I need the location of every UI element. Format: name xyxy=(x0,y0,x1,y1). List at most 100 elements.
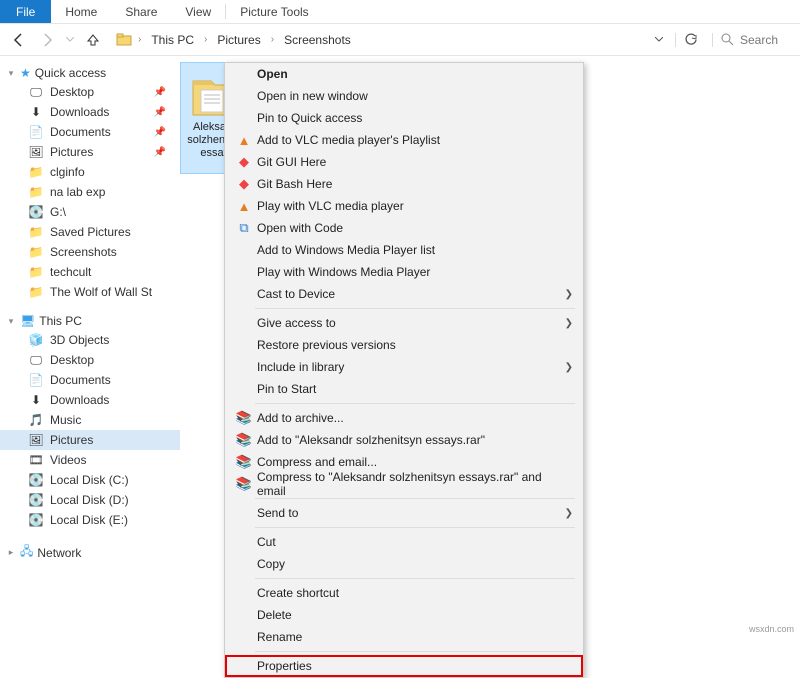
ctx-vlc-playlist[interactable]: ▲Add to VLC media player's Playlist xyxy=(225,129,583,151)
videos-icon: 🎞 xyxy=(28,452,44,468)
documents-icon: 📄 xyxy=(28,124,44,140)
address-bar[interactable]: › This PC › Pictures › Screenshots xyxy=(110,31,643,49)
breadcrumb-pictures[interactable]: Pictures xyxy=(213,31,264,49)
caret-down-icon: ▾ xyxy=(6,68,16,79)
address-dropdown[interactable] xyxy=(649,37,669,42)
separator xyxy=(255,498,575,499)
ctx-rename[interactable]: Rename xyxy=(225,626,583,648)
network-header[interactable]: ▸ 🖧 Network xyxy=(0,540,180,565)
ctx-create-shortcut[interactable]: Create shortcut xyxy=(225,582,583,604)
sidebar-item-local-disk-e-[interactable]: 💽 Local Disk (E:) xyxy=(0,510,180,530)
ctx-copy[interactable]: Copy xyxy=(225,553,583,575)
sidebar-item-screenshots[interactable]: 📁Screenshots xyxy=(0,242,180,262)
sidebar-item-documents[interactable]: 📄Documents📌 xyxy=(0,122,180,142)
ctx-vlc-play[interactable]: ▲Play with VLC media player xyxy=(225,195,583,217)
sidebar-item-3d-objects[interactable]: 🧊 3D Objects xyxy=(0,330,180,350)
this-pc-header[interactable]: ▾ 🖥 This PC xyxy=(0,312,180,330)
view-tab[interactable]: View xyxy=(171,0,225,23)
sidebar-item-label: Local Disk (E:) xyxy=(50,513,128,527)
sidebar-item-label: Pictures xyxy=(50,145,93,159)
ctx-git-gui[interactable]: ◆Git GUI Here xyxy=(225,151,583,173)
sidebar-item-label: 3D Objects xyxy=(50,333,109,347)
sidebar-item-pictures[interactable]: 🖼Pictures xyxy=(0,430,180,450)
sidebar-item-local-disk-c-[interactable]: 💽Local Disk (C:) xyxy=(0,470,180,490)
sidebar-item-saved-pictures[interactable]: 📁Saved Pictures xyxy=(0,222,180,242)
refresh-button[interactable] xyxy=(675,33,706,47)
home-tab[interactable]: Home xyxy=(51,0,111,23)
ribbon: File Home Share View Picture Tools xyxy=(0,0,800,24)
ctx-open-code[interactable]: ⧉Open with Code xyxy=(225,217,583,239)
drive-icon: 💽 xyxy=(28,204,44,220)
ctx-send-to[interactable]: Send to❯ xyxy=(225,502,583,524)
ctx-pin-start[interactable]: Pin to Start xyxy=(225,378,583,400)
sidebar-item-pictures[interactable]: 🖼Pictures📌 xyxy=(0,142,180,162)
ctx-restore-previous[interactable]: Restore previous versions xyxy=(225,334,583,356)
sidebar-item-techcult[interactable]: 📁techcult xyxy=(0,262,180,282)
sidebar-item-na-lab-exp[interactable]: 📁na lab exp xyxy=(0,182,180,202)
ctx-open-new-window[interactable]: Open in new window xyxy=(225,85,583,107)
chevron-right-icon[interactable]: › xyxy=(136,34,143,45)
ctx-wmp-list[interactable]: Add to Windows Media Player list xyxy=(225,239,583,261)
sidebar-item-desktop[interactable]: 🖵Desktop xyxy=(0,350,180,370)
ctx-wmp-play[interactable]: Play with Windows Media Player xyxy=(225,261,583,283)
sidebar-item-downloads[interactable]: ⬇Downloads📌 xyxy=(0,102,180,122)
breadcrumb-this-pc[interactable]: This PC xyxy=(147,31,198,49)
back-button[interactable] xyxy=(8,29,30,51)
sidebar-item-clginfo[interactable]: 📁 clginfo xyxy=(0,162,180,182)
ctx-compress-rar-email[interactable]: 📚Compress to "Aleksandr solzhenitsyn ess… xyxy=(225,473,583,495)
ctx-pin-quick-access[interactable]: Pin to Quick access xyxy=(225,107,583,129)
chevron-right-icon[interactable]: › xyxy=(202,34,209,45)
ctx-open[interactable]: Open xyxy=(225,63,583,85)
picture-tools-tab[interactable]: Picture Tools xyxy=(226,0,322,23)
music-icon: 🎵 xyxy=(28,412,44,428)
ctx-include-library[interactable]: Include in library❯ xyxy=(225,356,583,378)
forward-button[interactable] xyxy=(36,29,58,51)
breadcrumb-screenshots[interactable]: Screenshots xyxy=(280,31,355,49)
sidebar-item-downloads[interactable]: ⬇Downloads xyxy=(0,390,180,410)
up-button[interactable] xyxy=(82,29,104,51)
3d-icon: 🧊 xyxy=(28,332,44,348)
ctx-add-rar[interactable]: 📚Add to "Aleksandr solzhenitsyn essays.r… xyxy=(225,429,583,451)
file-tab[interactable]: File xyxy=(0,0,51,23)
watermark: wsxdn.com xyxy=(749,624,794,634)
caret-right-icon: ▸ xyxy=(6,547,16,558)
sidebar-item-videos[interactable]: 🎞Videos xyxy=(0,450,180,470)
ctx-add-archive[interactable]: 📚Add to archive... xyxy=(225,407,583,429)
search-placeholder: Search xyxy=(740,33,778,47)
sidebar-item-label: The Wolf of Wall St xyxy=(50,285,152,299)
pictures-icon: 🖼 xyxy=(28,144,44,160)
navigation-bar: › This PC › Pictures › Screenshots Searc… xyxy=(0,24,800,56)
vlc-icon: ▲ xyxy=(233,199,255,214)
sidebar-item-the-wolf-of-wall-st[interactable]: 📁The Wolf of Wall St xyxy=(0,282,180,302)
sidebar-item-g-[interactable]: 💽G:\ xyxy=(0,202,180,222)
sidebar-item-desktop[interactable]: 🖵Desktop📌 xyxy=(0,82,180,102)
sidebar-item-label: clginfo xyxy=(50,165,85,179)
share-tab[interactable]: Share xyxy=(111,0,171,23)
quick-access-header[interactable]: ▾ ★ Quick access xyxy=(0,64,180,82)
recent-dropdown[interactable] xyxy=(64,29,76,51)
vlc-icon: ▲ xyxy=(233,133,255,148)
drive-icon: 💽 xyxy=(28,512,44,528)
ctx-cast-device[interactable]: Cast to Device❯ xyxy=(225,283,583,305)
folder-icon: 📁 xyxy=(28,164,44,180)
chevron-right-icon[interactable]: › xyxy=(269,34,276,45)
ctx-give-access[interactable]: Give access to❯ xyxy=(225,312,583,334)
sidebar-item-documents[interactable]: 📄 Documents xyxy=(0,370,180,390)
documents-icon: 📄 xyxy=(28,372,44,388)
ctx-git-bash[interactable]: ◆Git Bash Here xyxy=(225,173,583,195)
search-box[interactable]: Search xyxy=(712,33,792,47)
ctx-delete[interactable]: Delete xyxy=(225,604,583,626)
drive-icon: 💽 xyxy=(28,492,44,508)
rar-icon: 📚 xyxy=(233,432,255,448)
separator xyxy=(255,578,575,579)
network-group: ▸ 🖧 Network xyxy=(0,540,180,565)
folder-icon: 📁 xyxy=(28,224,44,240)
sidebar-item-label: Documents xyxy=(50,125,111,139)
folder-icon: 📁 xyxy=(28,264,44,280)
ctx-properties[interactable]: Properties xyxy=(225,655,583,677)
ctx-cut[interactable]: Cut xyxy=(225,531,583,553)
folder-icon: 📁 xyxy=(28,184,44,200)
sidebar-item-local-disk-d-[interactable]: 💽Local Disk (D:) xyxy=(0,490,180,510)
sidebar-item-music[interactable]: 🎵Music xyxy=(0,410,180,430)
sidebar-item-label: Documents xyxy=(50,373,111,387)
